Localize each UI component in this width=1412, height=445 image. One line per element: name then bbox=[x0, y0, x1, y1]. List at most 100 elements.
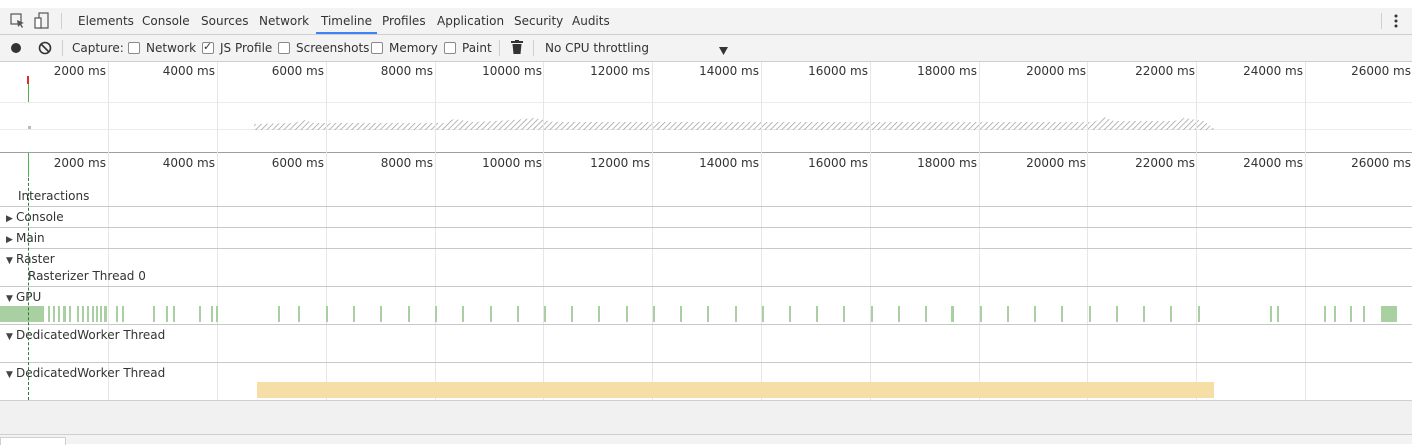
gpu-activity-bar[interactable] bbox=[1034, 306, 1036, 322]
gpu-activity-bar[interactable] bbox=[598, 306, 600, 322]
tab-sources[interactable]: Sources bbox=[200, 8, 249, 34]
raster-track-header[interactable]: ▼ Raster bbox=[6, 252, 55, 266]
main-track-header[interactable]: ▶ Main bbox=[6, 231, 45, 245]
expand-arrow-icon[interactable]: ▶ bbox=[6, 235, 16, 245]
gpu-activity-bar[interactable] bbox=[1270, 306, 1272, 322]
gpu-activity-bar[interactable] bbox=[0, 306, 44, 322]
gpu-activity-bar[interactable] bbox=[1143, 306, 1145, 322]
gpu-activity-bar[interactable] bbox=[63, 306, 66, 322]
gpu-activity-bar[interactable] bbox=[199, 306, 201, 322]
gpu-activity-bar[interactable] bbox=[1277, 306, 1279, 322]
tab-elements[interactable]: Elements bbox=[77, 8, 135, 34]
gpu-activity-bar[interactable] bbox=[435, 306, 437, 322]
js-profile-option-label[interactable]: JS Profile bbox=[220, 35, 272, 61]
gpu-activity-bar[interactable] bbox=[104, 306, 107, 322]
gpu-activity-bar[interactable] bbox=[1350, 306, 1352, 322]
gpu-activity-bar[interactable] bbox=[353, 306, 355, 322]
gpu-activity-bar[interactable] bbox=[925, 306, 927, 322]
gpu-activity-bar[interactable] bbox=[843, 306, 845, 322]
memory-option-label[interactable]: Memory bbox=[389, 35, 438, 61]
collapse-arrow-icon[interactable]: ▼ bbox=[6, 332, 16, 342]
gpu-activity-bar[interactable] bbox=[1381, 306, 1397, 322]
gpu-activity-bar[interactable] bbox=[626, 306, 628, 322]
bottom-tab[interactable] bbox=[0, 437, 66, 445]
gpu-activity-bar[interactable] bbox=[53, 306, 55, 322]
network-option-label[interactable]: Network bbox=[146, 35, 196, 61]
worker1-track-header[interactable]: ▼ DedicatedWorker Thread bbox=[6, 328, 165, 342]
gpu-activity-bar[interactable] bbox=[1198, 306, 1200, 322]
tab-network[interactable]: Network bbox=[258, 8, 310, 34]
gpu-activity-bar[interactable] bbox=[278, 306, 280, 322]
gpu-activity-bar[interactable] bbox=[1363, 306, 1365, 322]
gpu-activity-bar[interactable] bbox=[517, 306, 519, 322]
gpu-activity-bar[interactable] bbox=[408, 306, 410, 322]
tab-timeline[interactable]: Timeline bbox=[315, 8, 378, 34]
gpu-activity-bar[interactable] bbox=[298, 306, 300, 322]
gpu-activity-bar[interactable] bbox=[1007, 306, 1009, 322]
collapse-arrow-icon[interactable]: ▼ bbox=[6, 370, 16, 380]
memory-checkbox[interactable] bbox=[371, 42, 383, 54]
collapse-arrow-icon[interactable]: ▼ bbox=[6, 256, 16, 266]
gpu-activity-bar[interactable] bbox=[816, 306, 818, 322]
dropdown-arrow-icon[interactable] bbox=[719, 44, 728, 55]
tab-profiles[interactable]: Profiles bbox=[381, 8, 427, 34]
gpu-activity-bar[interactable] bbox=[166, 306, 168, 322]
gpu-activity-bar[interactable] bbox=[653, 306, 655, 322]
screenshots-option-label[interactable]: Screenshots bbox=[296, 35, 369, 61]
network-checkbox[interactable] bbox=[128, 42, 140, 54]
gpu-activity-bar[interactable] bbox=[116, 306, 118, 322]
gpu-activity-bar[interactable] bbox=[122, 306, 124, 322]
gpu-activity-bar[interactable] bbox=[490, 306, 492, 322]
gpu-activity-bar[interactable] bbox=[58, 306, 60, 322]
gpu-activity-bar[interactable] bbox=[153, 306, 155, 322]
expand-arrow-icon[interactable]: ▶ bbox=[6, 214, 16, 224]
gpu-activity-bar[interactable] bbox=[789, 306, 791, 322]
tab-application[interactable]: Application bbox=[436, 8, 505, 34]
clear-icon[interactable] bbox=[38, 41, 52, 55]
paint-option-label[interactable]: Paint bbox=[462, 35, 492, 61]
collapse-arrow-icon[interactable]: ▼ bbox=[6, 294, 16, 304]
screenshots-checkbox[interactable] bbox=[278, 42, 290, 54]
gpu-activity-bar[interactable] bbox=[1061, 306, 1063, 322]
gpu-activity-bar[interactable] bbox=[100, 306, 102, 322]
select-element-icon[interactable] bbox=[10, 13, 26, 29]
gpu-activity-bar[interactable] bbox=[1116, 306, 1118, 322]
gpu-activity-bar[interactable] bbox=[544, 306, 546, 322]
gpu-activity-bar[interactable] bbox=[173, 306, 175, 322]
gpu-activity-bar[interactable] bbox=[680, 306, 682, 322]
gpu-activity-bar[interactable] bbox=[326, 306, 328, 322]
gpu-activity-bar[interactable] bbox=[216, 306, 218, 322]
tab-audits[interactable]: Audits bbox=[571, 8, 611, 34]
gpu-activity-bar[interactable] bbox=[87, 306, 89, 322]
gpu-activity-bar[interactable] bbox=[951, 306, 954, 322]
gpu-activity-bar[interactable] bbox=[1324, 306, 1326, 322]
js-profile-checkbox[interactable] bbox=[202, 40, 214, 54]
gpu-activity-bar[interactable] bbox=[898, 306, 900, 322]
record-icon[interactable] bbox=[10, 42, 22, 54]
gpu-activity-bar[interactable] bbox=[92, 306, 94, 322]
paint-checkbox[interactable] bbox=[444, 42, 456, 54]
gpu-activity-bar[interactable] bbox=[211, 306, 213, 322]
worker2-track-header[interactable]: ▼ DedicatedWorker Thread bbox=[6, 366, 165, 380]
gpu-activity-bar[interactable] bbox=[871, 306, 873, 322]
gpu-activity-bar[interactable] bbox=[762, 306, 764, 322]
gpu-activity-bar[interactable] bbox=[48, 306, 50, 322]
gpu-activity-bar[interactable] bbox=[82, 306, 84, 322]
console-track-header[interactable]: ▶ Console bbox=[6, 210, 64, 224]
tab-console[interactable]: Console bbox=[141, 8, 191, 34]
gpu-activity-bar[interactable] bbox=[980, 306, 982, 322]
gpu-activity-bar[interactable] bbox=[77, 306, 79, 322]
gpu-track-header[interactable]: ▼ GPU bbox=[6, 290, 41, 304]
cpu-throttling-select[interactable]: No CPU throttling bbox=[545, 35, 649, 61]
device-mode-icon[interactable] bbox=[34, 12, 50, 30]
gpu-activity-bar[interactable] bbox=[96, 306, 98, 322]
gpu-activity-bar[interactable] bbox=[1334, 306, 1336, 322]
gpu-activity-bar[interactable] bbox=[380, 306, 382, 322]
gpu-activity-bar[interactable] bbox=[1089, 306, 1091, 322]
gpu-activity-bar[interactable] bbox=[571, 306, 573, 322]
more-menu-icon[interactable] bbox=[1390, 13, 1402, 29]
tab-security[interactable]: Security bbox=[513, 8, 564, 34]
gpu-activity-bar[interactable] bbox=[1170, 306, 1172, 322]
gpu-activity-bar[interactable] bbox=[735, 306, 737, 322]
gpu-activity-bar[interactable] bbox=[707, 306, 709, 322]
